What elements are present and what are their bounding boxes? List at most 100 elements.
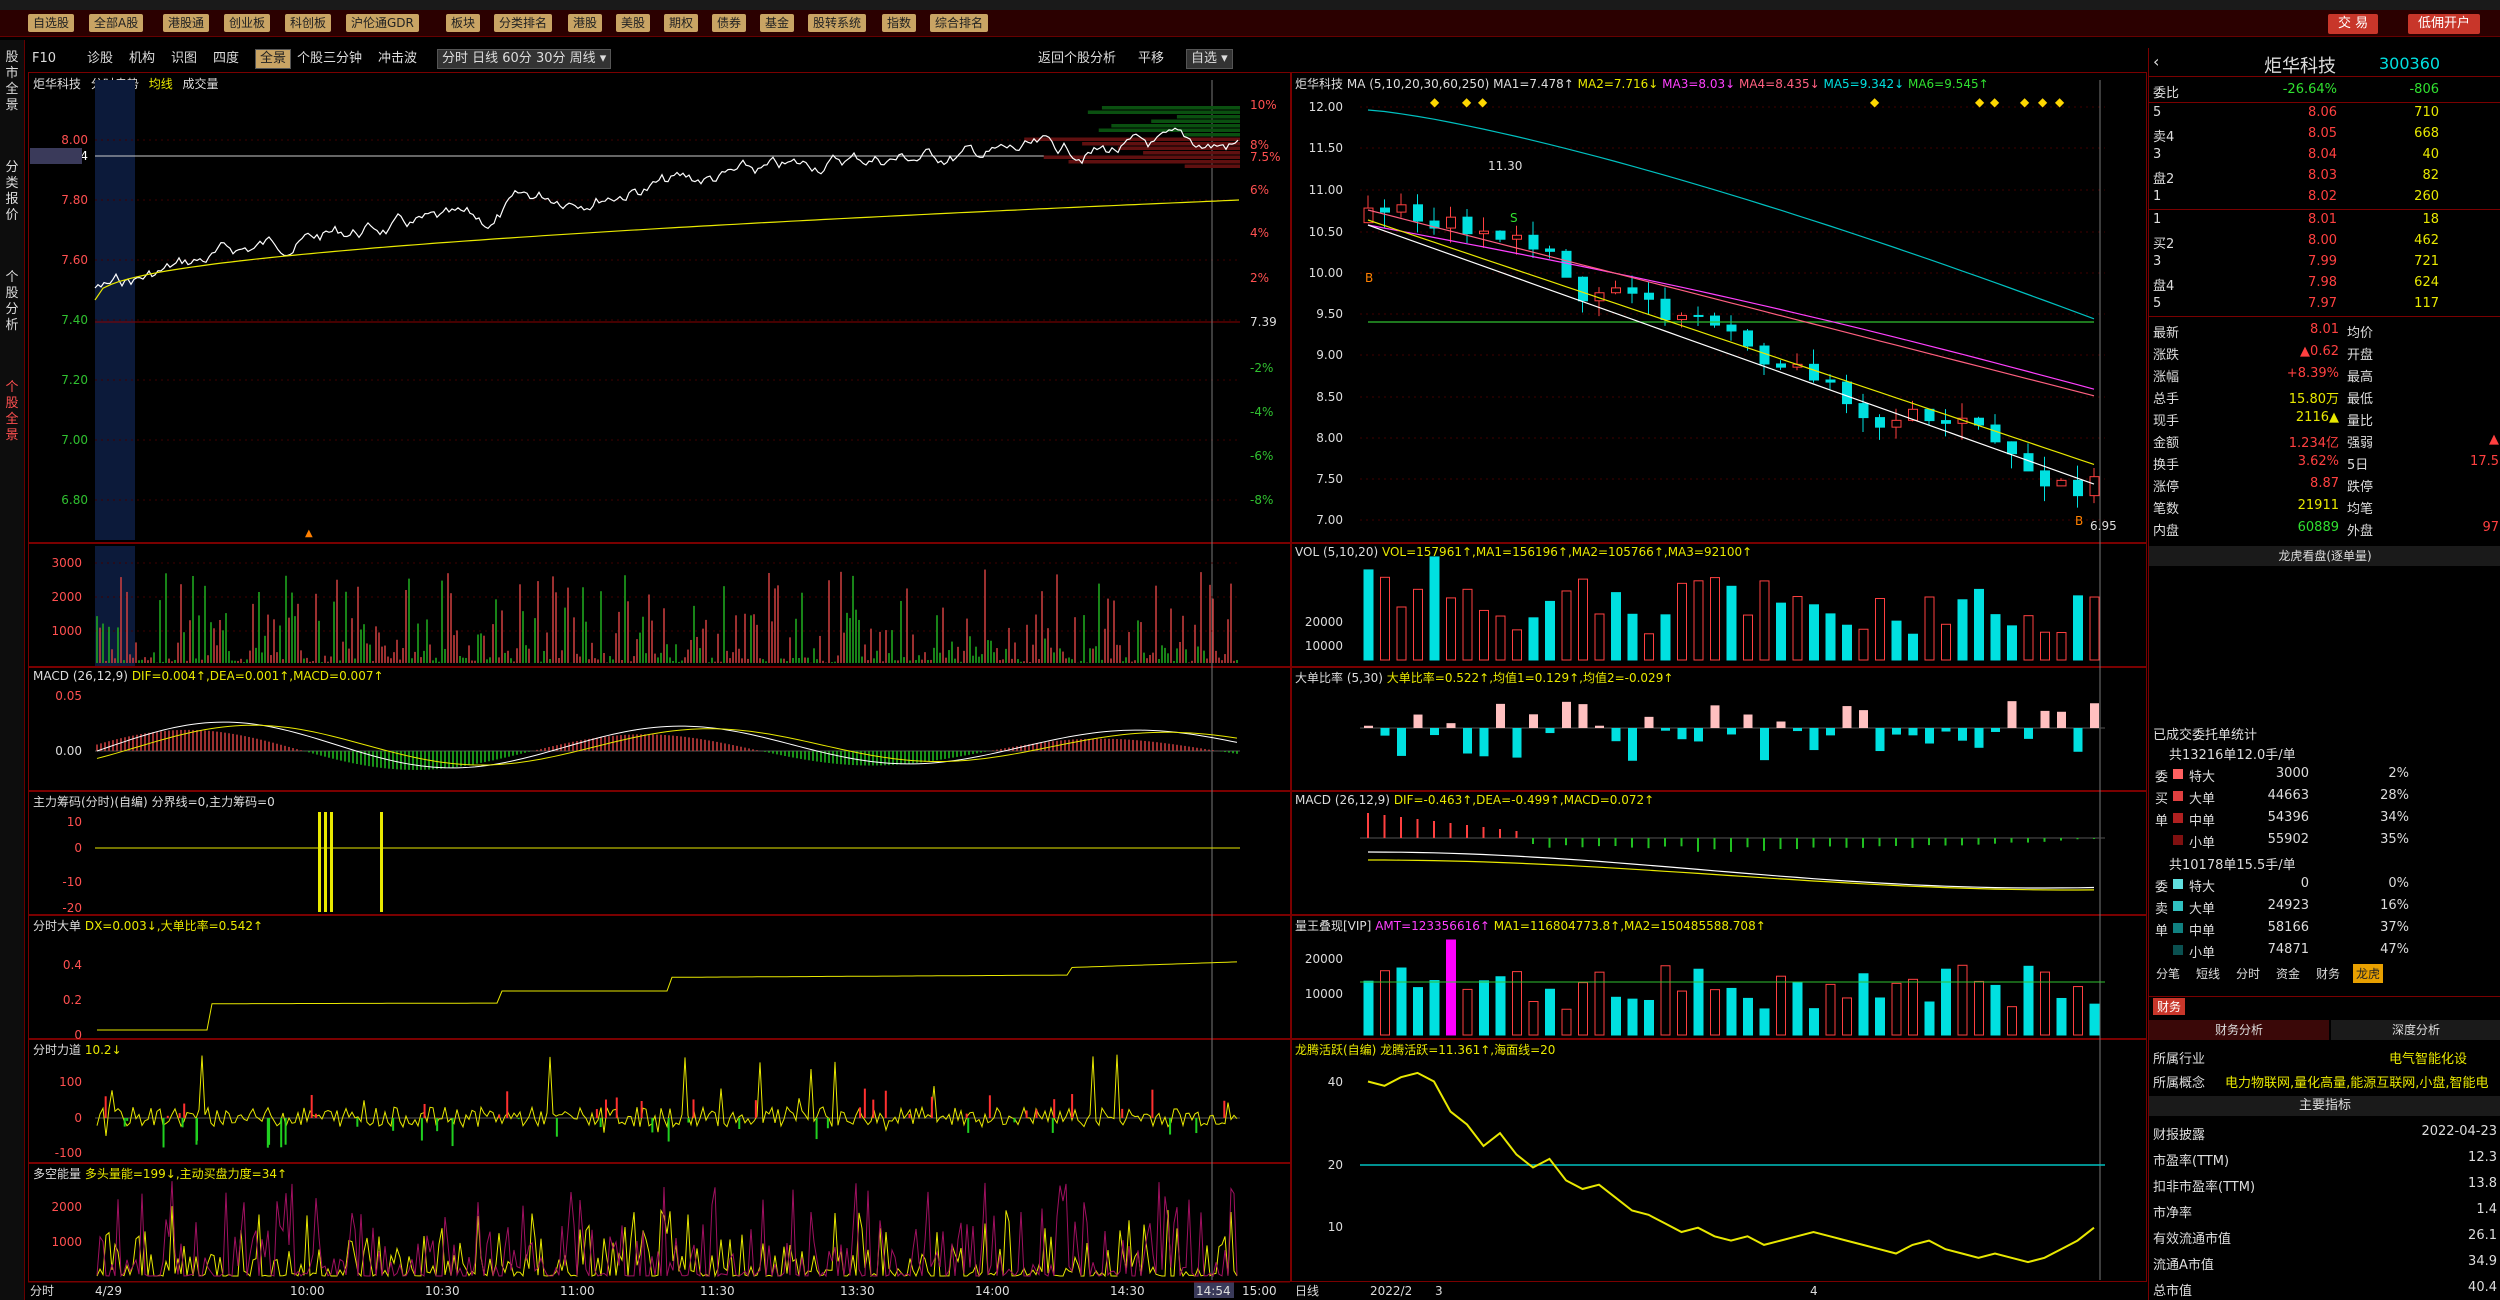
signal-diamond: ◆ bbox=[1462, 95, 1472, 109]
candle-body bbox=[1875, 417, 1885, 428]
sell-name: 大单 bbox=[2189, 902, 2216, 917]
time-axis-label: 11:00 bbox=[560, 1284, 595, 1298]
fin-subtab-0[interactable]: 财务分析 bbox=[2149, 1020, 2329, 1040]
bid-row-0: 1 8.01 18 bbox=[2149, 210, 2494, 231]
depth-bar bbox=[1176, 115, 1240, 119]
fin-row-6: 总市值 40.4 bbox=[2149, 1278, 2497, 1299]
low-price-mark: 6.95 bbox=[2090, 519, 2117, 533]
ask-row-3-price: 8.03 bbox=[2308, 168, 2337, 183]
bigratio-bar bbox=[1826, 728, 1835, 736]
bigratio-bar bbox=[1677, 728, 1687, 740]
stat-label-2: 开盘 bbox=[2347, 348, 2374, 363]
bigratio-bar bbox=[1545, 728, 1555, 734]
dea-line bbox=[96, 724, 1238, 766]
pct-axis-label: -6% bbox=[1250, 449, 1273, 463]
fin-row-1: 市盈率(TTM) 12.3 bbox=[2149, 1148, 2497, 1169]
right-tab-5[interactable]: 龙虎 bbox=[2353, 964, 2384, 983]
depth-bar bbox=[1024, 137, 1240, 141]
daily-volume-bar bbox=[2023, 615, 2034, 661]
daily-volume-bar bbox=[1380, 576, 1390, 661]
candle-body bbox=[1990, 424, 2001, 443]
stat-row-7: 涨停 8.87 跌停 bbox=[2149, 474, 2494, 495]
buy-side: 买 bbox=[2155, 792, 2169, 807]
daily-price-label: 8.50 bbox=[1316, 390, 1343, 404]
candle-body bbox=[1479, 230, 1489, 235]
candle-body bbox=[1495, 230, 1506, 240]
amt-bar bbox=[1842, 997, 1852, 1036]
right-tab-0[interactable]: 分笔 bbox=[2153, 964, 2183, 983]
daily-vol-label: 20000 bbox=[1305, 615, 1343, 629]
bigratio-bar bbox=[2007, 701, 2017, 728]
bigratio-bar bbox=[1364, 725, 1373, 728]
buy-vol: 44663 bbox=[2267, 788, 2309, 803]
ask-row-3-label: 盘2 bbox=[2153, 172, 2175, 187]
bigratio-bar bbox=[1958, 728, 1967, 741]
legend-swatch bbox=[2173, 813, 2183, 823]
daily-volume-bar bbox=[1660, 614, 1671, 661]
sell-name: 特大 bbox=[2189, 880, 2216, 895]
right-tab-1[interactable]: 短线 bbox=[2193, 964, 2223, 983]
fin-tab[interactable]: 财务 bbox=[2153, 998, 2186, 1015]
stat-label-2: 均笔 bbox=[2347, 502, 2374, 517]
amt-bar bbox=[1924, 1001, 1935, 1036]
daily-price-label: 9.50 bbox=[1316, 307, 1343, 321]
volume-axis-label: 2000 bbox=[51, 590, 82, 604]
candle-body bbox=[1710, 315, 1720, 326]
ask-row-2: 3 8.04 40 bbox=[2149, 145, 2494, 166]
legend-swatch bbox=[2173, 923, 2183, 933]
ask-row-0-price: 8.06 bbox=[2308, 105, 2337, 120]
legend-swatch bbox=[2173, 769, 2183, 779]
bigratio-bar bbox=[1496, 703, 1505, 728]
amt-bar bbox=[1858, 973, 1869, 1036]
bigratio-bar bbox=[1529, 714, 1538, 728]
buy-stat-row-2: 单 中单 54396 34% bbox=[2149, 808, 2494, 829]
force-axis-label: 0 bbox=[74, 1111, 82, 1125]
bigratio-bar bbox=[2024, 728, 2033, 739]
stat-row-1: 涨跌 ▲0.62 开盘 bbox=[2149, 342, 2494, 363]
volume-axis-label: 3000 bbox=[51, 556, 82, 570]
sell-pct: 0% bbox=[2388, 876, 2409, 891]
bid-row-1-label: 买2 bbox=[2153, 237, 2175, 252]
bigorder-axis-label: 0.2 bbox=[63, 993, 82, 1007]
daily-volume-bar bbox=[1561, 590, 1572, 661]
quote-header: ‹ 炬华科技 300360 bbox=[2149, 48, 2500, 77]
buy-pct: 28% bbox=[2380, 788, 2409, 803]
daily-volume-bar bbox=[1825, 613, 1836, 661]
daily-volume-bar bbox=[1512, 629, 1522, 661]
ask-row-1-label: 卖4 bbox=[2153, 130, 2175, 145]
stat-label-2: 5日 bbox=[2347, 458, 2369, 473]
right-tab-4[interactable]: 财务 bbox=[2313, 964, 2343, 983]
fin-subtab-1[interactable]: 深度分析 bbox=[2331, 1020, 2500, 1040]
signal-diamond: ◆ bbox=[2038, 95, 2048, 109]
bigratio-bar bbox=[1743, 714, 1753, 728]
amt-bar bbox=[1611, 996, 1621, 1036]
back-icon[interactable]: ‹ bbox=[2153, 52, 2159, 71]
candle-body bbox=[1858, 403, 1869, 419]
bid-row-4: 5 7.97 117 bbox=[2149, 294, 2494, 315]
depth-bar bbox=[1151, 119, 1240, 123]
bid-row-3-vol: 624 bbox=[2414, 275, 2439, 290]
daily-volume-bar bbox=[1479, 609, 1489, 661]
right-tab-2[interactable]: 分时 bbox=[2233, 964, 2263, 983]
stat-row-9: 内盘 60889 外盘 97 bbox=[2149, 518, 2499, 539]
daily-volume-bar bbox=[1528, 617, 1539, 661]
amt-bar bbox=[1974, 980, 1984, 1036]
amt-bar bbox=[1809, 1008, 1819, 1036]
sell-marker: S bbox=[1510, 211, 1518, 225]
stat-row-2: 涨幅 +8.39% 最高 bbox=[2149, 364, 2494, 385]
candle-body bbox=[2007, 441, 2017, 455]
bigratio-bar bbox=[1875, 728, 1885, 752]
fin-row-2: 扣非市盈率(TTM) 13.8 bbox=[2149, 1174, 2497, 1195]
chart-canvas: 8.007.947.807.607.407.207.006.8010%8%7.5… bbox=[28, 80, 2353, 1298]
right-tab-3[interactable]: 资金 bbox=[2273, 964, 2303, 983]
bid-row-2-price: 7.99 bbox=[2308, 254, 2337, 269]
candle-body bbox=[1809, 363, 1819, 381]
bid-row-3: 盘4 7.98 624 bbox=[2149, 273, 2494, 294]
legend-swatch bbox=[2173, 879, 2183, 889]
amt-bar bbox=[1578, 982, 1588, 1036]
pct-axis-label: -8% bbox=[1250, 493, 1273, 507]
stat-label-2: 跌停 bbox=[2347, 480, 2374, 495]
bigratio-bar bbox=[1463, 728, 1472, 754]
ask-row-3: 盘2 8.03 82 bbox=[2149, 166, 2494, 187]
sell-stat-row-2: 单 中单 58166 37% bbox=[2149, 918, 2494, 939]
